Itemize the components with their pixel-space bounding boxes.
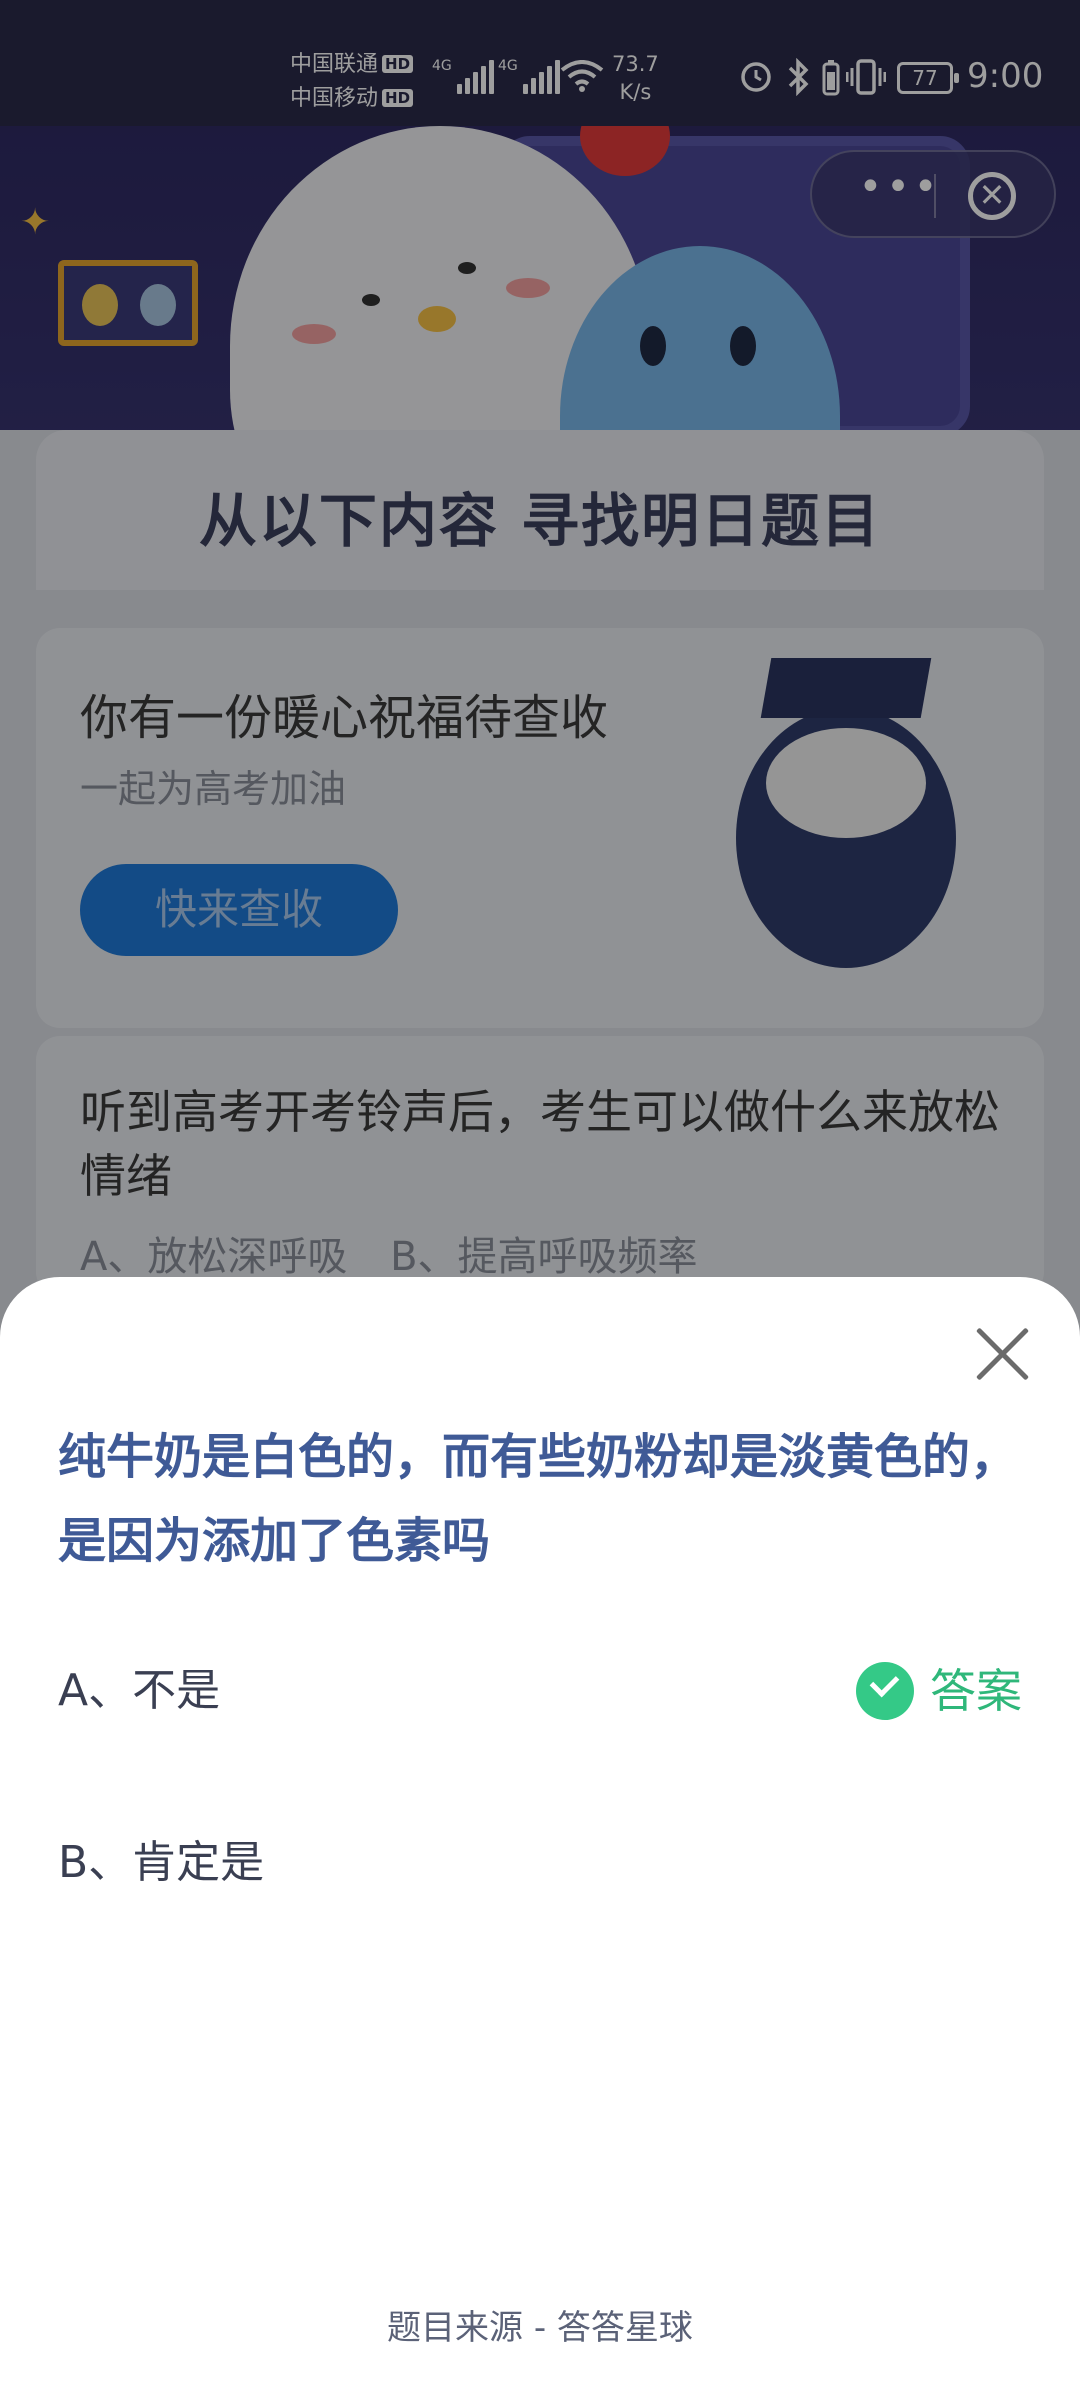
question-source: 题目来源 - 答答星球 [387, 2308, 693, 2348]
option-b-label: B、肯定是 [58, 1837, 265, 1888]
option-a[interactable]: A、不是 答案 [58, 1646, 1022, 1736]
check-circle-icon [856, 1662, 914, 1720]
question-text: 纯牛奶是白色的，而有些奶粉却是淡黄色的，是因为添加了色素吗 [58, 1429, 1019, 1569]
close-icon[interactable] [974, 1325, 1032, 1383]
answer-marker: 答案 [856, 1646, 1022, 1736]
option-b[interactable]: B、肯定是 [58, 1818, 1022, 1908]
answer-label: 答案 [930, 1664, 1022, 1718]
option-a-label: A、不是 [58, 1665, 221, 1716]
